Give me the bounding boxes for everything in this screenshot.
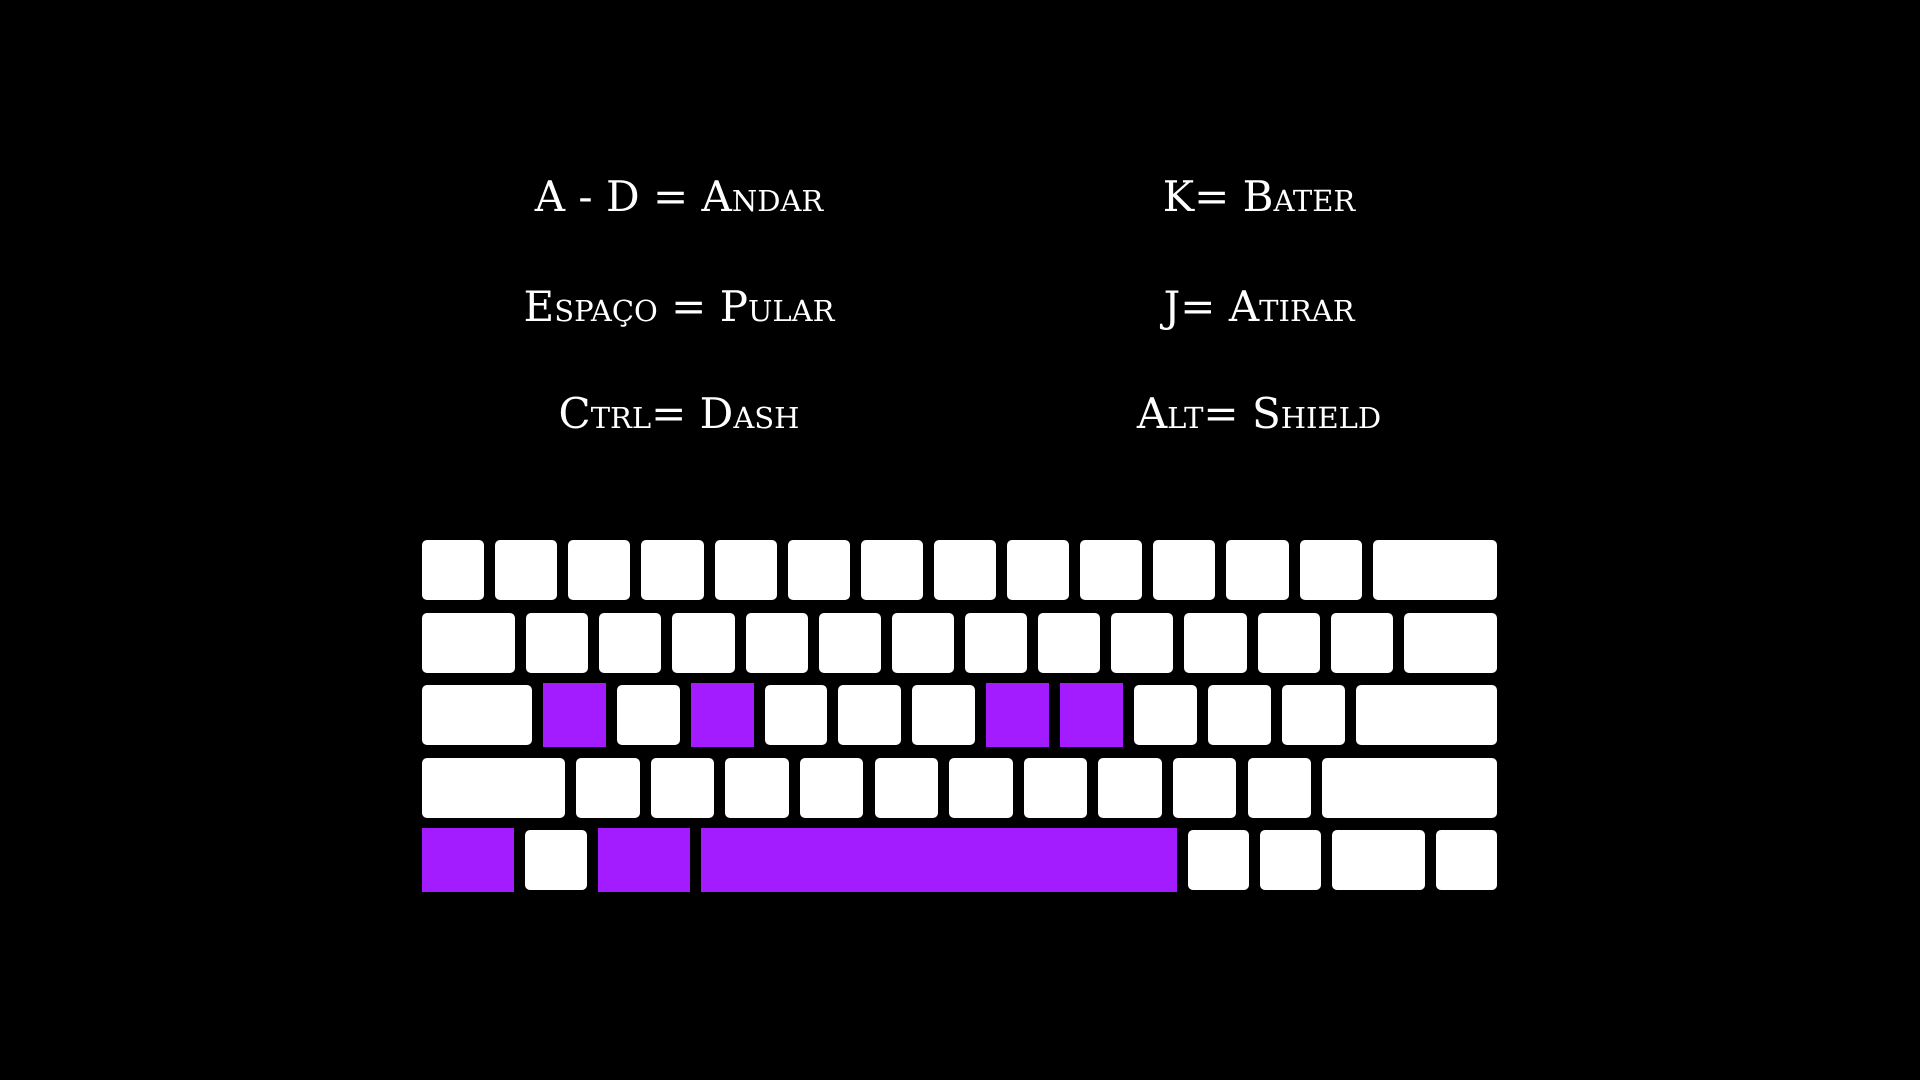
keyboard-key (1023, 757, 1088, 818)
keyboard-key (787, 540, 850, 600)
keyboard-key (650, 757, 715, 818)
keyboard-diagram (0, 0, 1920, 1080)
keyboard-key (616, 685, 680, 745)
keyboard-key (1038, 612, 1101, 673)
keyboard-key (1332, 830, 1425, 890)
keyboard-key (422, 685, 533, 745)
keyboard-key (1226, 540, 1289, 600)
keyboard-key (764, 685, 828, 745)
keyboard-key (1299, 540, 1362, 600)
keyboard-key (745, 612, 808, 673)
keyboard-key (1080, 540, 1143, 600)
keyboard-key (818, 612, 881, 673)
keyboard-key (1187, 830, 1250, 890)
key-space (700, 828, 1177, 892)
keyboard-key (838, 685, 902, 745)
keyboard-key (526, 612, 589, 673)
keyboard-key (525, 830, 587, 890)
key-ctrl (422, 828, 515, 892)
keyboard-key (912, 685, 976, 745)
keyboard-key (1153, 540, 1216, 600)
keyboard-key (1184, 612, 1247, 673)
key-alt (597, 828, 690, 892)
keyboard-key (949, 757, 1013, 818)
keyboard-key (599, 612, 662, 673)
keyboard-key (1281, 685, 1345, 745)
keyboard-key (1098, 757, 1162, 818)
key-j (986, 683, 1050, 747)
keyboard-key (1260, 830, 1322, 890)
keyboard-key (1322, 757, 1497, 818)
keyboard-key (422, 540, 485, 600)
keyboard-key (965, 612, 1028, 673)
keyboard-key (568, 540, 631, 600)
keyboard-key (495, 540, 558, 600)
keyboard-key (799, 757, 864, 818)
keyboard-key (1172, 757, 1237, 818)
key-a (543, 683, 606, 747)
keyboard-key (1257, 612, 1320, 673)
key-d (690, 683, 754, 747)
keyboard-key (933, 540, 997, 600)
keyboard-key (725, 757, 789, 818)
keyboard-key (1372, 540, 1497, 600)
keyboard-key (576, 757, 640, 818)
keyboard-key (1355, 685, 1497, 745)
keyboard-key (422, 612, 516, 673)
keyboard-key (1111, 612, 1174, 673)
keyboard-key (641, 540, 704, 600)
key-k (1060, 683, 1123, 747)
keyboard-key (1330, 612, 1393, 673)
keyboard-key (860, 540, 923, 600)
keyboard-key (891, 612, 954, 673)
keyboard-key (672, 612, 735, 673)
keyboard-key (1247, 757, 1312, 818)
keyboard-key (422, 757, 566, 818)
keyboard-key (874, 757, 939, 818)
keyboard-key (1207, 685, 1271, 745)
keyboard-key (1007, 540, 1070, 600)
keyboard-key (1403, 612, 1497, 673)
keyboard-key (1435, 830, 1497, 890)
keyboard-key (714, 540, 777, 600)
keyboard-key (1133, 685, 1197, 745)
